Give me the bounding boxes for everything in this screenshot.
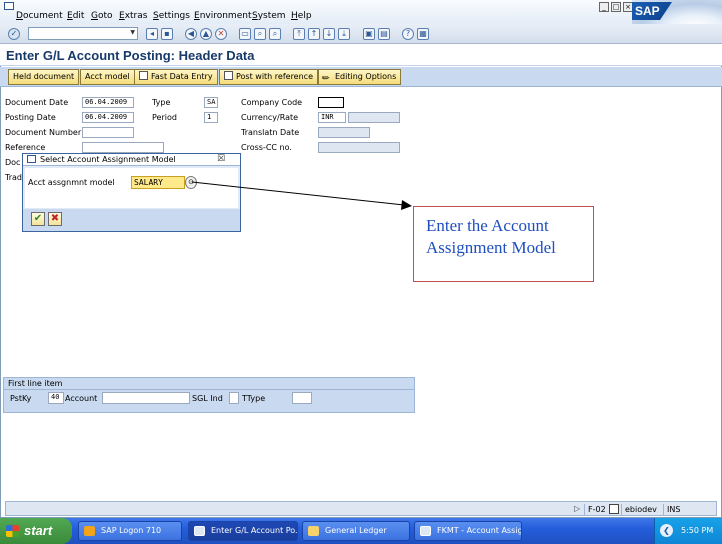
task-sap-logon[interactable]: SAP Logon 710 — [78, 521, 182, 541]
task-general-ledger[interactable]: General Ledger — [302, 521, 410, 541]
ttype-field[interactable] — [292, 392, 312, 404]
tray-clock: 5:50 PM — [681, 526, 714, 535]
task-general-ledger-label: General Ledger — [325, 526, 387, 535]
status-session-icon[interactable] — [609, 504, 619, 514]
first-line-item-group: First line item PstKy 40 Account SGL Ind… — [3, 377, 415, 413]
callout-box: Enter the Account Assignment Model — [413, 206, 594, 282]
pstky-label: PstKy — [10, 394, 32, 403]
status-server: ebiodev — [621, 504, 660, 515]
task-enter-gl-posting[interactable]: Enter G/L Account Po... — [188, 521, 298, 541]
account-label: Account — [65, 394, 98, 403]
sgl-ind-label: SGL Ind — [192, 394, 223, 403]
task-sap-logon-label: SAP Logon 710 — [101, 526, 162, 535]
pstky-field[interactable]: 40 — [48, 392, 64, 404]
task-fkmt-account-assig[interactable]: FKMT - Account Assig... — [414, 521, 522, 541]
folder-icon — [308, 526, 319, 536]
callout-text: Enter the Account Assignment Model — [426, 216, 556, 257]
task-fkmt-label: FKMT - Account Assig... — [437, 526, 522, 535]
sap-window-icon — [420, 526, 431, 536]
task-enter-gl-posting-label: Enter G/L Account Po... — [211, 526, 298, 535]
group-divider — [4, 389, 414, 390]
status-mode: INS — [663, 504, 683, 515]
system-tray: ❮ 5:50 PM — [654, 518, 722, 544]
status-bar: ▷ F-02 ebiodev INS — [5, 501, 717, 516]
start-button[interactable]: start — [0, 518, 72, 544]
status-expand-icon[interactable]: ▷ — [574, 504, 580, 513]
status-transaction: F-02 — [584, 504, 609, 515]
sap-window-icon — [194, 526, 205, 536]
sap-logon-icon — [84, 526, 95, 536]
callout-arrow — [191, 181, 412, 210]
tray-icon[interactable]: ❮ — [660, 524, 673, 537]
account-field[interactable] — [102, 392, 190, 404]
ttype-label: TType — [242, 394, 266, 403]
first-line-item-title: First line item — [8, 379, 63, 388]
windows-flag-icon — [6, 525, 19, 537]
sgl-ind-field[interactable] — [229, 392, 239, 404]
start-label: start — [24, 523, 53, 538]
